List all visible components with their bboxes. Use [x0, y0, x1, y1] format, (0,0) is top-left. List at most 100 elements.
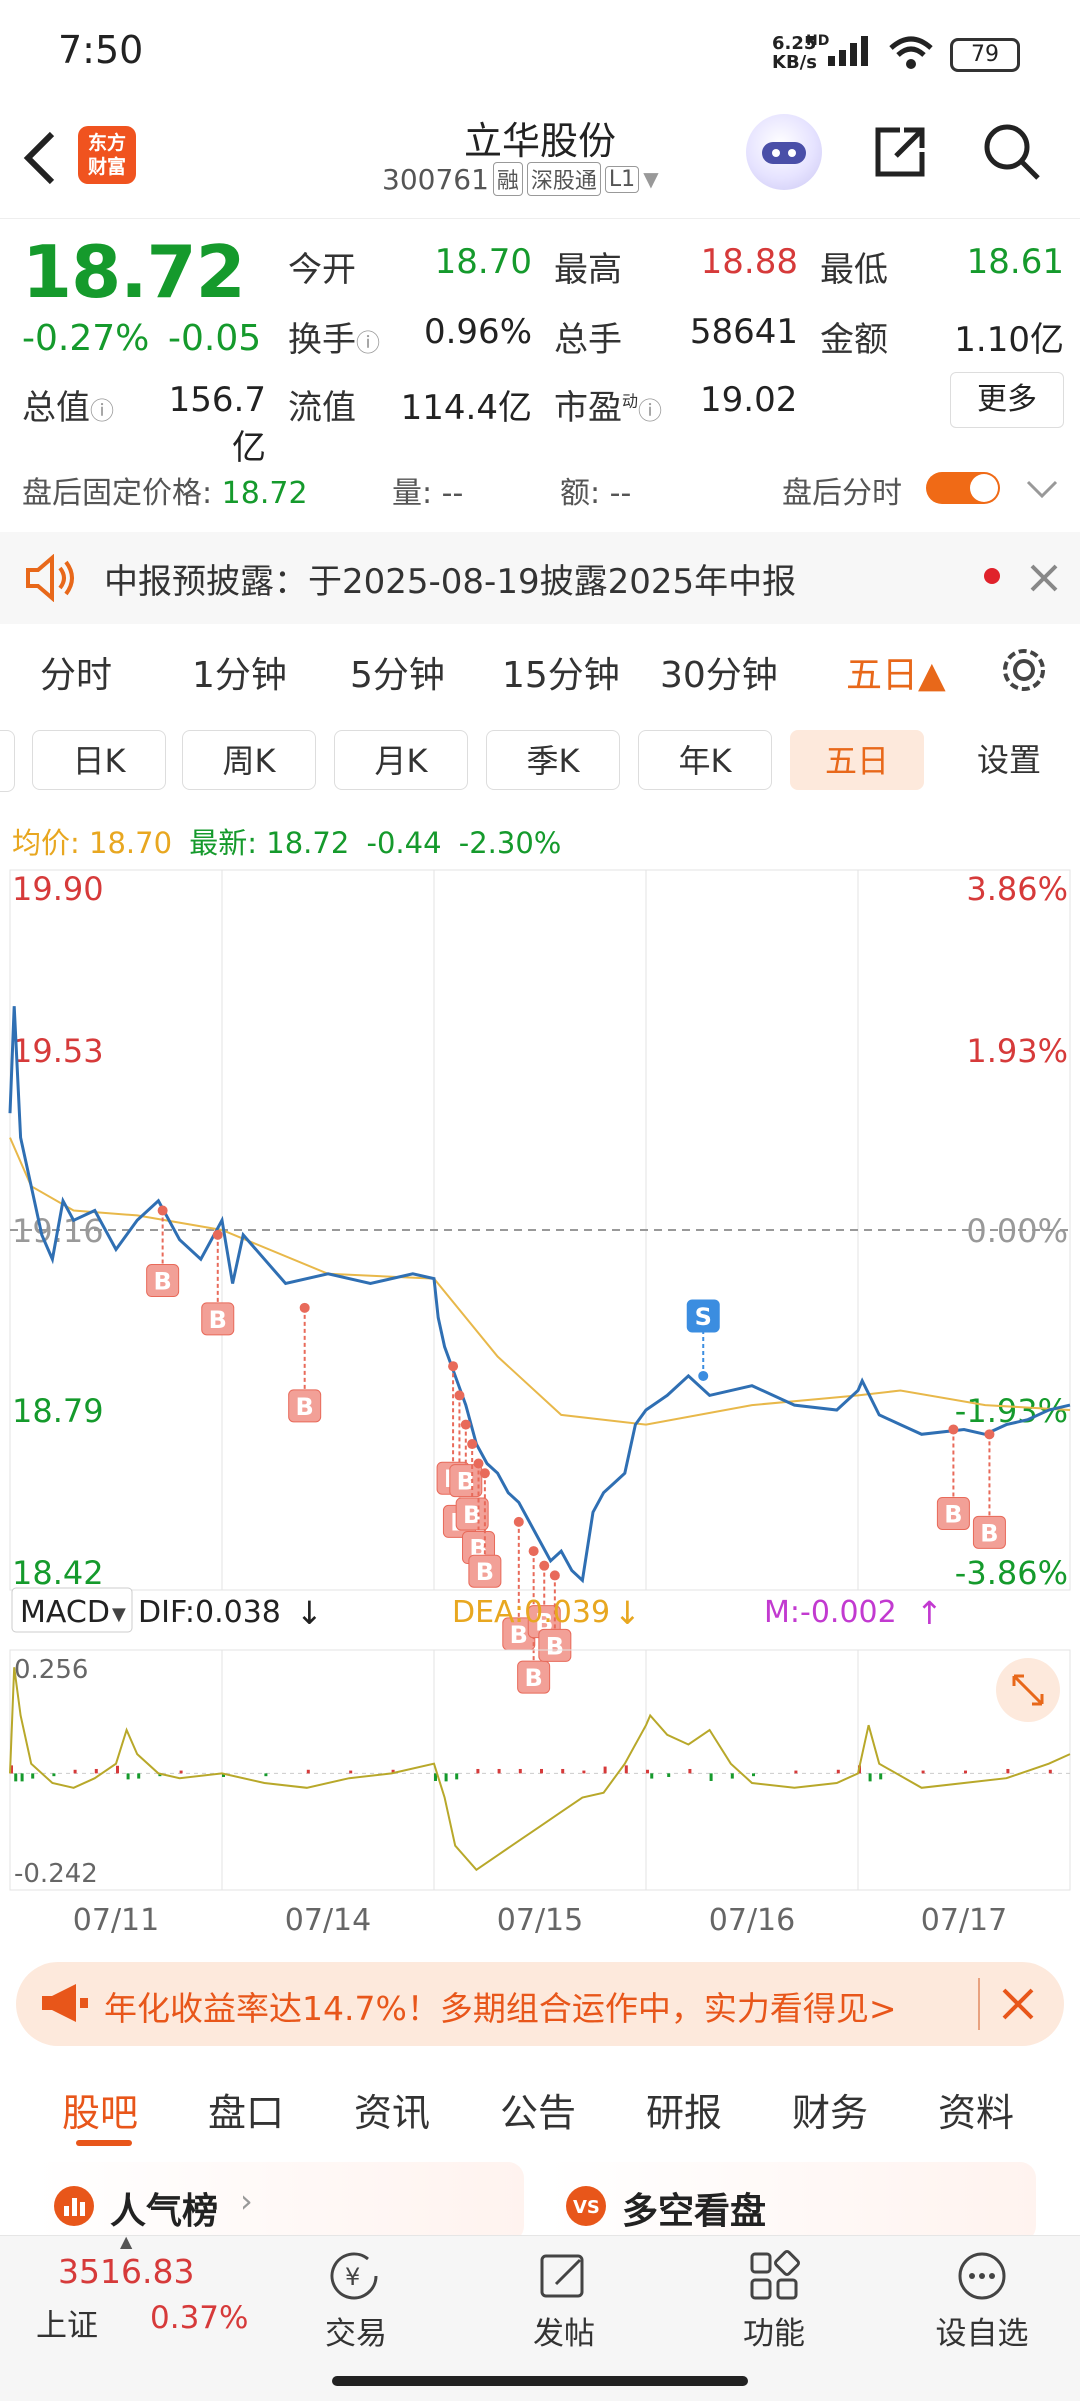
macd-tick-label: 0.256: [14, 1655, 88, 1685]
more-button[interactable]: 更多: [950, 372, 1064, 428]
tab-five-day[interactable]: 五日▲: [846, 646, 946, 698]
search-icon[interactable]: [980, 120, 1044, 184]
open-label: 今开: [288, 250, 356, 290]
macd-label: MACD: [20, 1595, 110, 1630]
pct-tick-label: -3.86%: [955, 1554, 1068, 1592]
nav-post-label: 发帖: [533, 2316, 595, 2352]
card-popularity[interactable]: 人气榜 ›: [34, 2162, 524, 2242]
macd-bar: [14, 1773, 18, 1782]
marker-point: [460, 1419, 471, 1430]
macd-bar: [667, 1773, 671, 1777]
macd-bar: [868, 1773, 872, 1782]
caret-up-icon: ▲: [120, 2232, 133, 2251]
marker-label: B: [944, 1500, 962, 1528]
avg-label: 均价:: [12, 826, 80, 860]
tab-announcements[interactable]: 公告: [500, 2082, 576, 2137]
share-icon[interactable]: [870, 122, 930, 182]
notice-bar[interactable]: 中报预披露：于2025-08-19披露2025年中报: [0, 532, 1080, 624]
edit-icon: [540, 2254, 584, 2298]
pct-axis-right: 3.86%1.93%0.00%-1.93%-3.86%: [955, 870, 1068, 1592]
expand-button[interactable]: [996, 1658, 1060, 1722]
nav-post[interactable]: 发帖: [494, 2250, 634, 2353]
marker-point: [539, 1560, 550, 1571]
tab-season-k[interactable]: 季K: [486, 730, 620, 790]
turnover-value: 0.96%: [423, 312, 532, 352]
tab-research[interactable]: 研报: [646, 2082, 722, 2137]
nav-functions[interactable]: 功能: [704, 2250, 844, 2353]
pe-label[interactable]: 市盈动ⓘ: [554, 380, 662, 429]
macd-bar: [836, 1769, 840, 1774]
macd-bar: [582, 1770, 586, 1774]
macd-bar: [879, 1773, 883, 1780]
tab-guba[interactable]: 股吧: [62, 2082, 138, 2137]
info-icon: ⓘ: [356, 329, 380, 357]
index-name: 上证: [36, 2308, 98, 2344]
macd-bar: [476, 1768, 480, 1774]
banner-divider: [978, 1978, 980, 2030]
tab-intraday[interactable]: 分时: [40, 646, 112, 698]
index-pct: 0.37%: [150, 2300, 249, 2336]
tab-1min[interactable]: 1分钟: [192, 646, 287, 698]
macd-bar: [752, 1773, 755, 1777]
macd-bar: [73, 1769, 77, 1774]
tab-15min[interactable]: 15分钟: [502, 646, 620, 698]
tab-30min[interactable]: 30分钟: [660, 646, 778, 698]
mktcap-label[interactable]: 总值ⓘ: [22, 380, 114, 429]
after-hours-toggle[interactable]: [924, 468, 1004, 508]
marker-point: [513, 1516, 524, 1527]
macd-bar: [603, 1766, 607, 1774]
marker-label: B: [476, 1558, 494, 1586]
tab-five-day-k[interactable]: 五日: [790, 730, 924, 790]
tab-profile[interactable]: 资料: [938, 2082, 1014, 2137]
promo-banner[interactable]: 年化收益率达14.7%！多期组合运作中，实力看得见>: [16, 1962, 1064, 2046]
tab-year-k[interactable]: 年K: [638, 730, 772, 790]
macd-tick-label: -0.242: [14, 1859, 98, 1889]
tab-week-k[interactable]: 周K: [182, 730, 316, 790]
legend-change: -0.44: [366, 826, 442, 860]
ah-amt-label: 额:: [560, 476, 601, 511]
tab-news[interactable]: 资讯: [354, 2082, 430, 2137]
macd-bar: [444, 1773, 448, 1782]
card-bull-bear[interactable]: VS 多空看盘: [546, 2162, 1036, 2242]
pct-tick-label: 3.86%: [966, 870, 1068, 908]
more-dots-icon: [958, 2252, 1006, 2300]
tab-month-k[interactable]: 月K: [334, 730, 468, 790]
assistant-avatar[interactable]: [746, 114, 822, 190]
ah-amt: --: [609, 476, 632, 511]
tab-5min[interactable]: 5分钟: [350, 646, 445, 698]
yuan-circle-icon: ¥: [330, 2252, 378, 2300]
card-bull-bear-title: 多空看盘: [622, 2191, 767, 2232]
marker-label: B: [296, 1393, 314, 1421]
stock-code-row[interactable]: 300761 融 深股通 L1 ▼: [382, 162, 659, 196]
stock-header: 东方 财富 立华股份 300761 融 深股通 L1 ▼: [0, 100, 1080, 219]
marker-label: B: [980, 1519, 998, 1547]
macd-bar: [306, 1769, 310, 1774]
pct-tick-label: 1.93%: [966, 1032, 1068, 1070]
close-icon[interactable]: [1026, 560, 1062, 596]
index-value[interactable]: 3516.83: [58, 2252, 194, 2291]
dif-label: DIF:0.038: [138, 1595, 281, 1630]
macd-bar: [31, 1773, 35, 1779]
network-type: HD: [806, 33, 830, 49]
fixed-price-label: 盘后固定价格:: [22, 476, 213, 511]
chevron-down-icon[interactable]: [1024, 478, 1060, 502]
tab-settings[interactable]: 设置: [942, 730, 1076, 790]
macd-bar: [1048, 1769, 1052, 1774]
home-indicator: [332, 2376, 748, 2386]
marker-point: [212, 1229, 223, 1240]
tab-day-k[interactable]: 日K: [32, 730, 166, 790]
grid-icon: [750, 2250, 800, 2300]
close-icon[interactable]: [1000, 1986, 1036, 2022]
ranking-icon: [54, 2186, 94, 2226]
low-value: 18.61: [966, 242, 1064, 282]
five-day-chart[interactable]: 19.9019.5319.1618.7918.42 3.86%1.93%0.00…: [0, 860, 1080, 1960]
nav-trade[interactable]: ¥ 交易: [286, 2250, 426, 2353]
tab-pankou[interactable]: 盘口: [208, 2082, 284, 2137]
open-value: 18.70: [434, 242, 532, 282]
tab-finance[interactable]: 财务: [792, 2082, 868, 2137]
nav-watchlist[interactable]: 设自选: [912, 2250, 1052, 2353]
high-label: 最高: [554, 250, 622, 290]
macd-bar: [709, 1773, 713, 1781]
turnover-label[interactable]: 换手ⓘ: [288, 312, 380, 361]
gear-icon[interactable]: [998, 644, 1050, 696]
